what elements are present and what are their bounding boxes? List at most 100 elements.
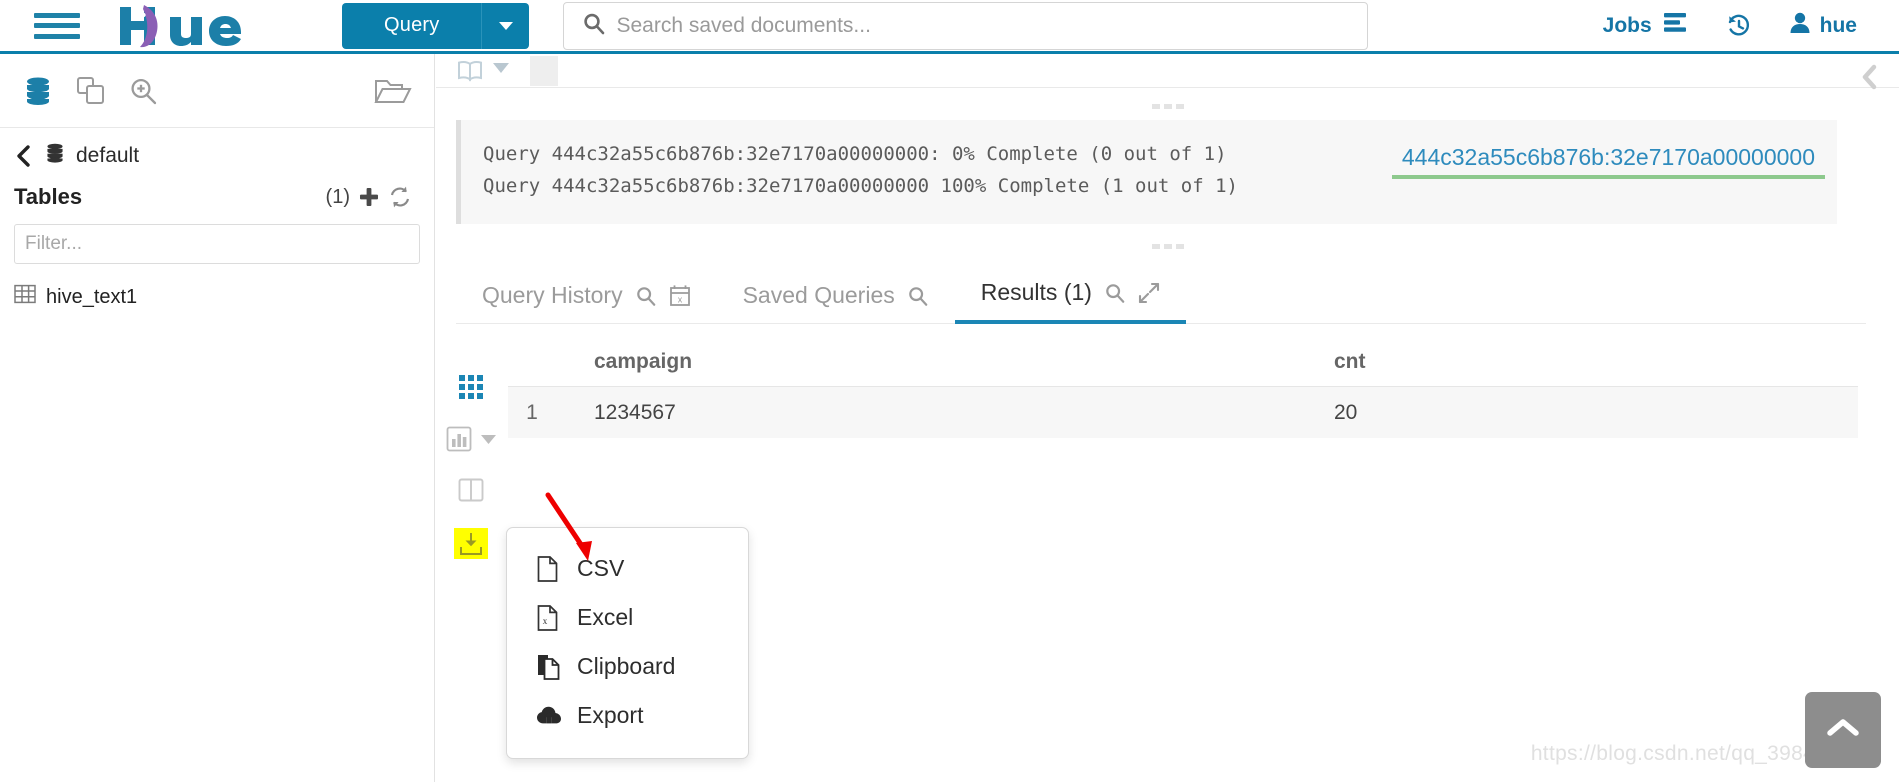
search-icon[interactable] bbox=[635, 285, 657, 307]
drag-dot bbox=[1151, 103, 1160, 109]
log-resize-handle[interactable] bbox=[436, 98, 1899, 114]
chevron-left-icon[interactable] bbox=[14, 144, 34, 168]
cell-campaign: 1234567 bbox=[594, 400, 676, 424]
history-clock-icon[interactable] bbox=[1726, 13, 1752, 39]
export-dropdown-menu: CSV x Excel Clipboard Export bbox=[506, 527, 749, 759]
top-navbar: Query Jobs bbox=[0, 0, 1899, 54]
chevron-up-icon bbox=[1826, 717, 1860, 744]
tables-header: Tables (1) bbox=[0, 174, 434, 216]
tables-label: Tables bbox=[14, 184, 83, 209]
documents-icon[interactable] bbox=[76, 76, 106, 106]
menu-item-clipboard[interactable]: Clipboard bbox=[507, 642, 748, 691]
table-name: hive_text1 bbox=[46, 285, 138, 308]
chart-bar-icon[interactable] bbox=[446, 426, 472, 452]
user-label: hue bbox=[1819, 13, 1857, 37]
clipboard-copy-icon bbox=[537, 654, 561, 680]
grid-view-icon[interactable] bbox=[458, 374, 484, 400]
editor-tab-chip[interactable] bbox=[530, 55, 558, 86]
database-icon[interactable] bbox=[22, 75, 54, 107]
column-header-campaign[interactable]: campaign bbox=[556, 350, 1324, 386]
jobs-link[interactable]: Jobs bbox=[1603, 12, 1688, 40]
chart-view-switcher bbox=[446, 426, 497, 452]
menu-item-excel[interactable]: x Excel bbox=[507, 593, 748, 642]
excel-file-icon: x bbox=[537, 604, 561, 631]
search-input[interactable] bbox=[563, 1, 1369, 50]
right-panel-collapse-icon[interactable] bbox=[1859, 62, 1881, 97]
assist-panel: default Tables (1) Filter... hive_text1 bbox=[0, 54, 435, 782]
search-container bbox=[563, 1, 1369, 50]
query-id-link[interactable]: 444c32a55c6b876b:32e7170a00000000 bbox=[1391, 142, 1825, 179]
plus-icon[interactable] bbox=[358, 186, 380, 208]
query-dropdown-button[interactable] bbox=[481, 2, 530, 49]
tab-label: Query History bbox=[482, 282, 623, 308]
database-name[interactable]: default bbox=[76, 144, 139, 168]
results-table: campaign cnt 1 1234567 20 bbox=[508, 330, 1858, 438]
menu-item-label: Clipboard bbox=[577, 653, 676, 679]
search-icon[interactable] bbox=[1104, 282, 1126, 304]
query-button[interactable]: Query bbox=[342, 2, 482, 49]
calendar-icon[interactable]: x bbox=[669, 284, 691, 307]
drag-dot bbox=[1151, 243, 1160, 249]
column-header-index bbox=[508, 374, 556, 386]
navbar-right-actions: Jobs hue bbox=[1603, 12, 1857, 40]
results-view-switcher bbox=[436, 374, 506, 559]
user-icon bbox=[1790, 12, 1810, 40]
assist-toolbar bbox=[0, 54, 434, 128]
menu-item-label: Excel bbox=[577, 604, 634, 630]
hamburger-bar bbox=[34, 12, 80, 18]
scroll-to-top-button[interactable] bbox=[1805, 692, 1881, 768]
results-tabs: Query History x Saved Queries Results (1… bbox=[456, 272, 1866, 324]
open-folder-icon[interactable] bbox=[374, 75, 412, 107]
hue-logo[interactable] bbox=[114, 3, 284, 49]
query-button-group[interactable]: Query bbox=[342, 2, 530, 49]
tab-saved-queries[interactable]: Saved Queries bbox=[717, 282, 955, 323]
query-log-wrap: Query 444c32a55c6b876b:32e7170a00000000:… bbox=[436, 120, 1837, 224]
user-menu[interactable]: hue bbox=[1790, 12, 1857, 40]
breadcrumb-database: default bbox=[0, 128, 434, 174]
hamburger-bar bbox=[34, 33, 80, 39]
cell-cnt: 20 bbox=[1334, 400, 1358, 424]
cloud-upload-icon bbox=[537, 706, 561, 726]
table-header-row: campaign cnt bbox=[508, 330, 1858, 386]
menu-item-label: Export bbox=[577, 702, 644, 728]
tab-label: Results (1) bbox=[980, 279, 1092, 305]
drag-dot bbox=[1163, 103, 1172, 109]
menu-item-export[interactable]: Export bbox=[507, 691, 748, 740]
hamburger-bar bbox=[34, 23, 80, 28]
refresh-icon[interactable] bbox=[388, 185, 412, 209]
chevron-down-icon bbox=[498, 21, 513, 30]
table-filter-input[interactable] bbox=[14, 224, 420, 264]
columns-view-icon[interactable] bbox=[458, 478, 484, 502]
search-icon[interactable] bbox=[907, 285, 929, 307]
hamburger-menu-icon[interactable] bbox=[34, 9, 80, 43]
list-item[interactable]: hive_text1 bbox=[0, 280, 434, 314]
table-list: hive_text1 bbox=[0, 280, 434, 314]
query-log-box: Query 444c32a55c6b876b:32e7170a00000000:… bbox=[456, 120, 1837, 224]
download-icon[interactable] bbox=[454, 528, 488, 559]
cell-row-index: 1 bbox=[526, 400, 538, 424]
results-resize-handle[interactable] bbox=[436, 238, 1899, 254]
jobs-list-icon bbox=[1662, 12, 1688, 40]
drag-dot bbox=[1175, 243, 1184, 249]
editor-toolbar bbox=[436, 54, 1899, 90]
tab-results[interactable]: Results (1) bbox=[954, 279, 1186, 324]
search-plus-icon[interactable] bbox=[128, 76, 158, 106]
tables-count: (1) bbox=[325, 185, 350, 208]
svg-text:x: x bbox=[677, 294, 682, 304]
column-header-cnt[interactable]: cnt bbox=[1324, 350, 1366, 386]
table-grid-icon bbox=[14, 284, 36, 310]
chevron-down-icon[interactable] bbox=[492, 61, 510, 80]
file-icon bbox=[537, 555, 561, 582]
drag-dot bbox=[1175, 103, 1184, 109]
menu-item-csv[interactable]: CSV bbox=[507, 544, 748, 593]
svg-text:x: x bbox=[543, 616, 548, 626]
expand-arrows-icon[interactable] bbox=[1138, 282, 1160, 304]
book-open-icon[interactable] bbox=[456, 59, 484, 83]
menu-item-label: CSV bbox=[577, 555, 625, 581]
table-row[interactable]: 1 1234567 20 bbox=[508, 386, 1858, 438]
tab-label: Saved Queries bbox=[742, 282, 895, 308]
chart-caret-down-icon[interactable] bbox=[480, 433, 497, 446]
tab-query-history[interactable]: Query History x bbox=[456, 282, 717, 323]
jobs-label: Jobs bbox=[1602, 13, 1652, 37]
database-icon bbox=[44, 142, 66, 170]
